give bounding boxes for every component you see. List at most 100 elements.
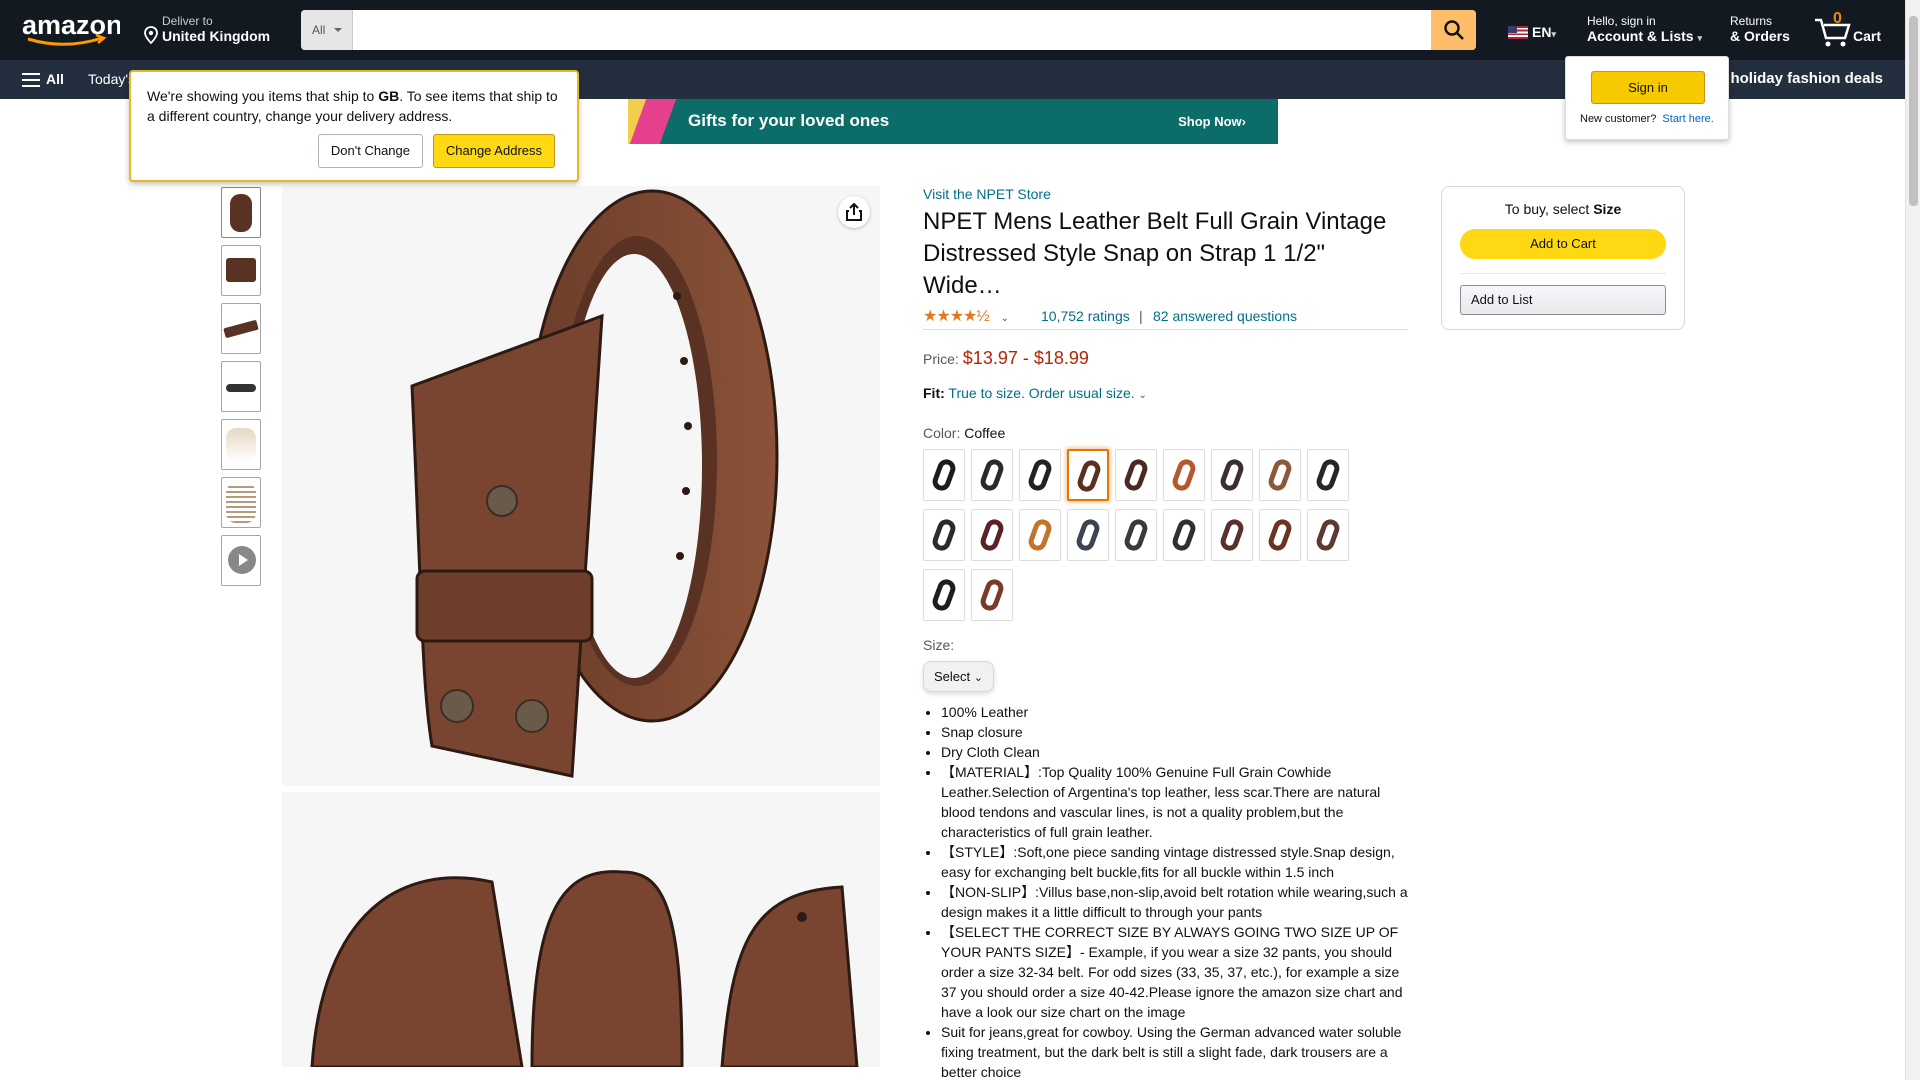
color-swatch[interactable] [923,509,965,561]
color-swatch[interactable] [1211,449,1253,501]
belt-swatch-image [1314,516,1342,554]
change-address-button[interactable]: Change Address [432,134,555,168]
chevron-down-icon: ⌄ [1138,390,1147,401]
language-selector[interactable]: EN▾ [1508,24,1556,40]
color-swatch[interactable] [971,509,1013,561]
color-swatch[interactable] [1259,449,1301,501]
buybox-instruction-size: Size [1593,201,1622,217]
belt-swatch-image [1122,516,1150,554]
location-pin-icon [144,26,158,44]
banner-text: Gifts for your loved ones [688,111,890,130]
all-menu-label: All [46,71,64,87]
color-swatch[interactable] [1067,449,1109,501]
thumbnail[interactable] [221,361,261,412]
belt-swatch-image [930,456,958,494]
share-icon [846,203,862,221]
play-icon [228,546,256,574]
chevron-down-icon: ⌄ [973,672,983,684]
nav-todays-deals[interactable]: Today's [88,71,135,87]
scrollbar-thumb[interactable] [1909,16,1918,206]
returns-orders[interactable]: Returns & Orders [1730,14,1790,44]
banner-shop-now: Shop Now› [1178,114,1246,129]
search-bar: All [301,10,1476,50]
search-category-select[interactable]: All [301,10,353,50]
ratings-count-link[interactable]: 10,752 ratings [1041,308,1130,324]
color-swatch[interactable] [1115,449,1157,501]
buybox-instruction-text: To buy, select [1504,201,1594,217]
add-to-list-button[interactable]: Add to List [1460,285,1666,315]
color-swatch[interactable] [1019,449,1061,501]
color-swatch[interactable] [923,449,965,501]
add-to-cart-button[interactable]: Add to Cart [1460,229,1666,259]
color-swatch[interactable] [971,449,1013,501]
search-button[interactable] [1431,10,1476,50]
color-swatch[interactable] [1163,509,1205,561]
thumbnail[interactable] [221,303,261,354]
belt-thumbnail-image [226,384,256,392]
thumbnail[interactable] [221,477,261,528]
belt-swatch-image [1026,516,1054,554]
search-input[interactable] [353,10,1432,50]
feature-bullet: Snap closure [941,722,1408,742]
secondary-product-image[interactable] [282,792,880,1067]
belt-swatch-image [978,456,1006,494]
color-swatch[interactable] [1307,449,1349,501]
nav-holiday-fashion-deals[interactable]: p holiday fashion deals [1717,70,1883,87]
sign-in-popover: Sign in New customer? Start here. [1565,56,1729,140]
product-info: Visit the NPET Store NPET Mens Leather B… [923,186,1408,1080]
account-greeting: Hello, sign in [1587,14,1656,28]
page-scrollbar[interactable] [1905,0,1920,1080]
color-swatch[interactable] [1211,509,1253,561]
color-swatch[interactable] [1307,509,1349,561]
answered-questions-link[interactable]: 82 answered questions [1153,308,1297,324]
belt-swatch-image [1218,516,1246,554]
ship-to-popover: We're showing you items that ship to GB.… [129,70,579,182]
start-here-link[interactable]: Start here. [1662,113,1713,125]
belt-thumbnail-image [226,428,256,462]
belt-thumbnail-image [223,319,259,339]
belt-straps-image [310,870,859,1067]
hamburger-icon [22,73,40,87]
color-swatch[interactable] [1067,509,1109,561]
star-rating[interactable]: ★★★★½ [923,306,990,326]
chevron-down-icon[interactable]: ⌄ [1001,313,1009,324]
belt-swatch-image [1074,516,1102,554]
color-swatch[interactable] [1019,509,1061,561]
dont-change-button[interactable]: Don't Change [317,134,423,168]
color-swatch[interactable] [1259,509,1301,561]
color-label: Color: [923,425,965,441]
thumbnail[interactable] [221,245,261,296]
color-swatch[interactable] [971,569,1013,621]
feature-bullets: 100% LeatherSnap closureDry Cloth Clean【… [923,702,1408,1080]
amazon-logo[interactable]: amazon [20,10,123,48]
account-lists[interactable]: Hello, sign in Account & Lists ▾ [1587,14,1702,44]
belt-thumbnail-image [226,258,256,282]
all-menu-button[interactable]: All [22,71,64,87]
promo-banner[interactable]: Gifts for your loved ones Shop Now› [628,99,1278,144]
belt-swatch-image [1170,456,1198,494]
top-header: amazon Deliver to United Kingdom All EN▾… [0,0,1905,60]
cart-button[interactable]: 0 Cart [1813,10,1893,50]
product-title: NPET Mens Leather Belt Full Grain Vintag… [923,208,1387,299]
price-value: $13.97 - $18.99 [962,348,1089,368]
buybox-divider [1460,273,1666,274]
video-thumbnail[interactable] [221,535,261,586]
color-swatch[interactable] [1163,449,1205,501]
search-category-label: All [312,23,326,37]
store-link[interactable]: Visit the NPET Store [923,186,1408,202]
sign-in-button[interactable]: Sign in [1591,71,1705,104]
fit-row[interactable]: Fit: True to size. Order usual size. ⌄ [923,385,1408,401]
main-product-image[interactable] [282,186,880,786]
belt-swatch-image [930,516,958,554]
thumbnail[interactable] [221,419,261,470]
feature-bullet: 100% Leather [941,702,1408,722]
deliver-to[interactable]: Deliver to United Kingdom [142,14,270,44]
color-swatch[interactable] [923,569,965,621]
share-button[interactable] [838,196,870,228]
new-customer-row: New customer? Start here. [1580,113,1714,125]
fit-value: True to size. Order usual size. [948,385,1135,401]
color-swatch[interactable] [1115,509,1157,561]
thumbnail[interactable] [221,187,261,238]
size-select[interactable]: Select ⌄ [923,661,994,692]
feature-bullet: Dry Cloth Clean [941,742,1408,762]
